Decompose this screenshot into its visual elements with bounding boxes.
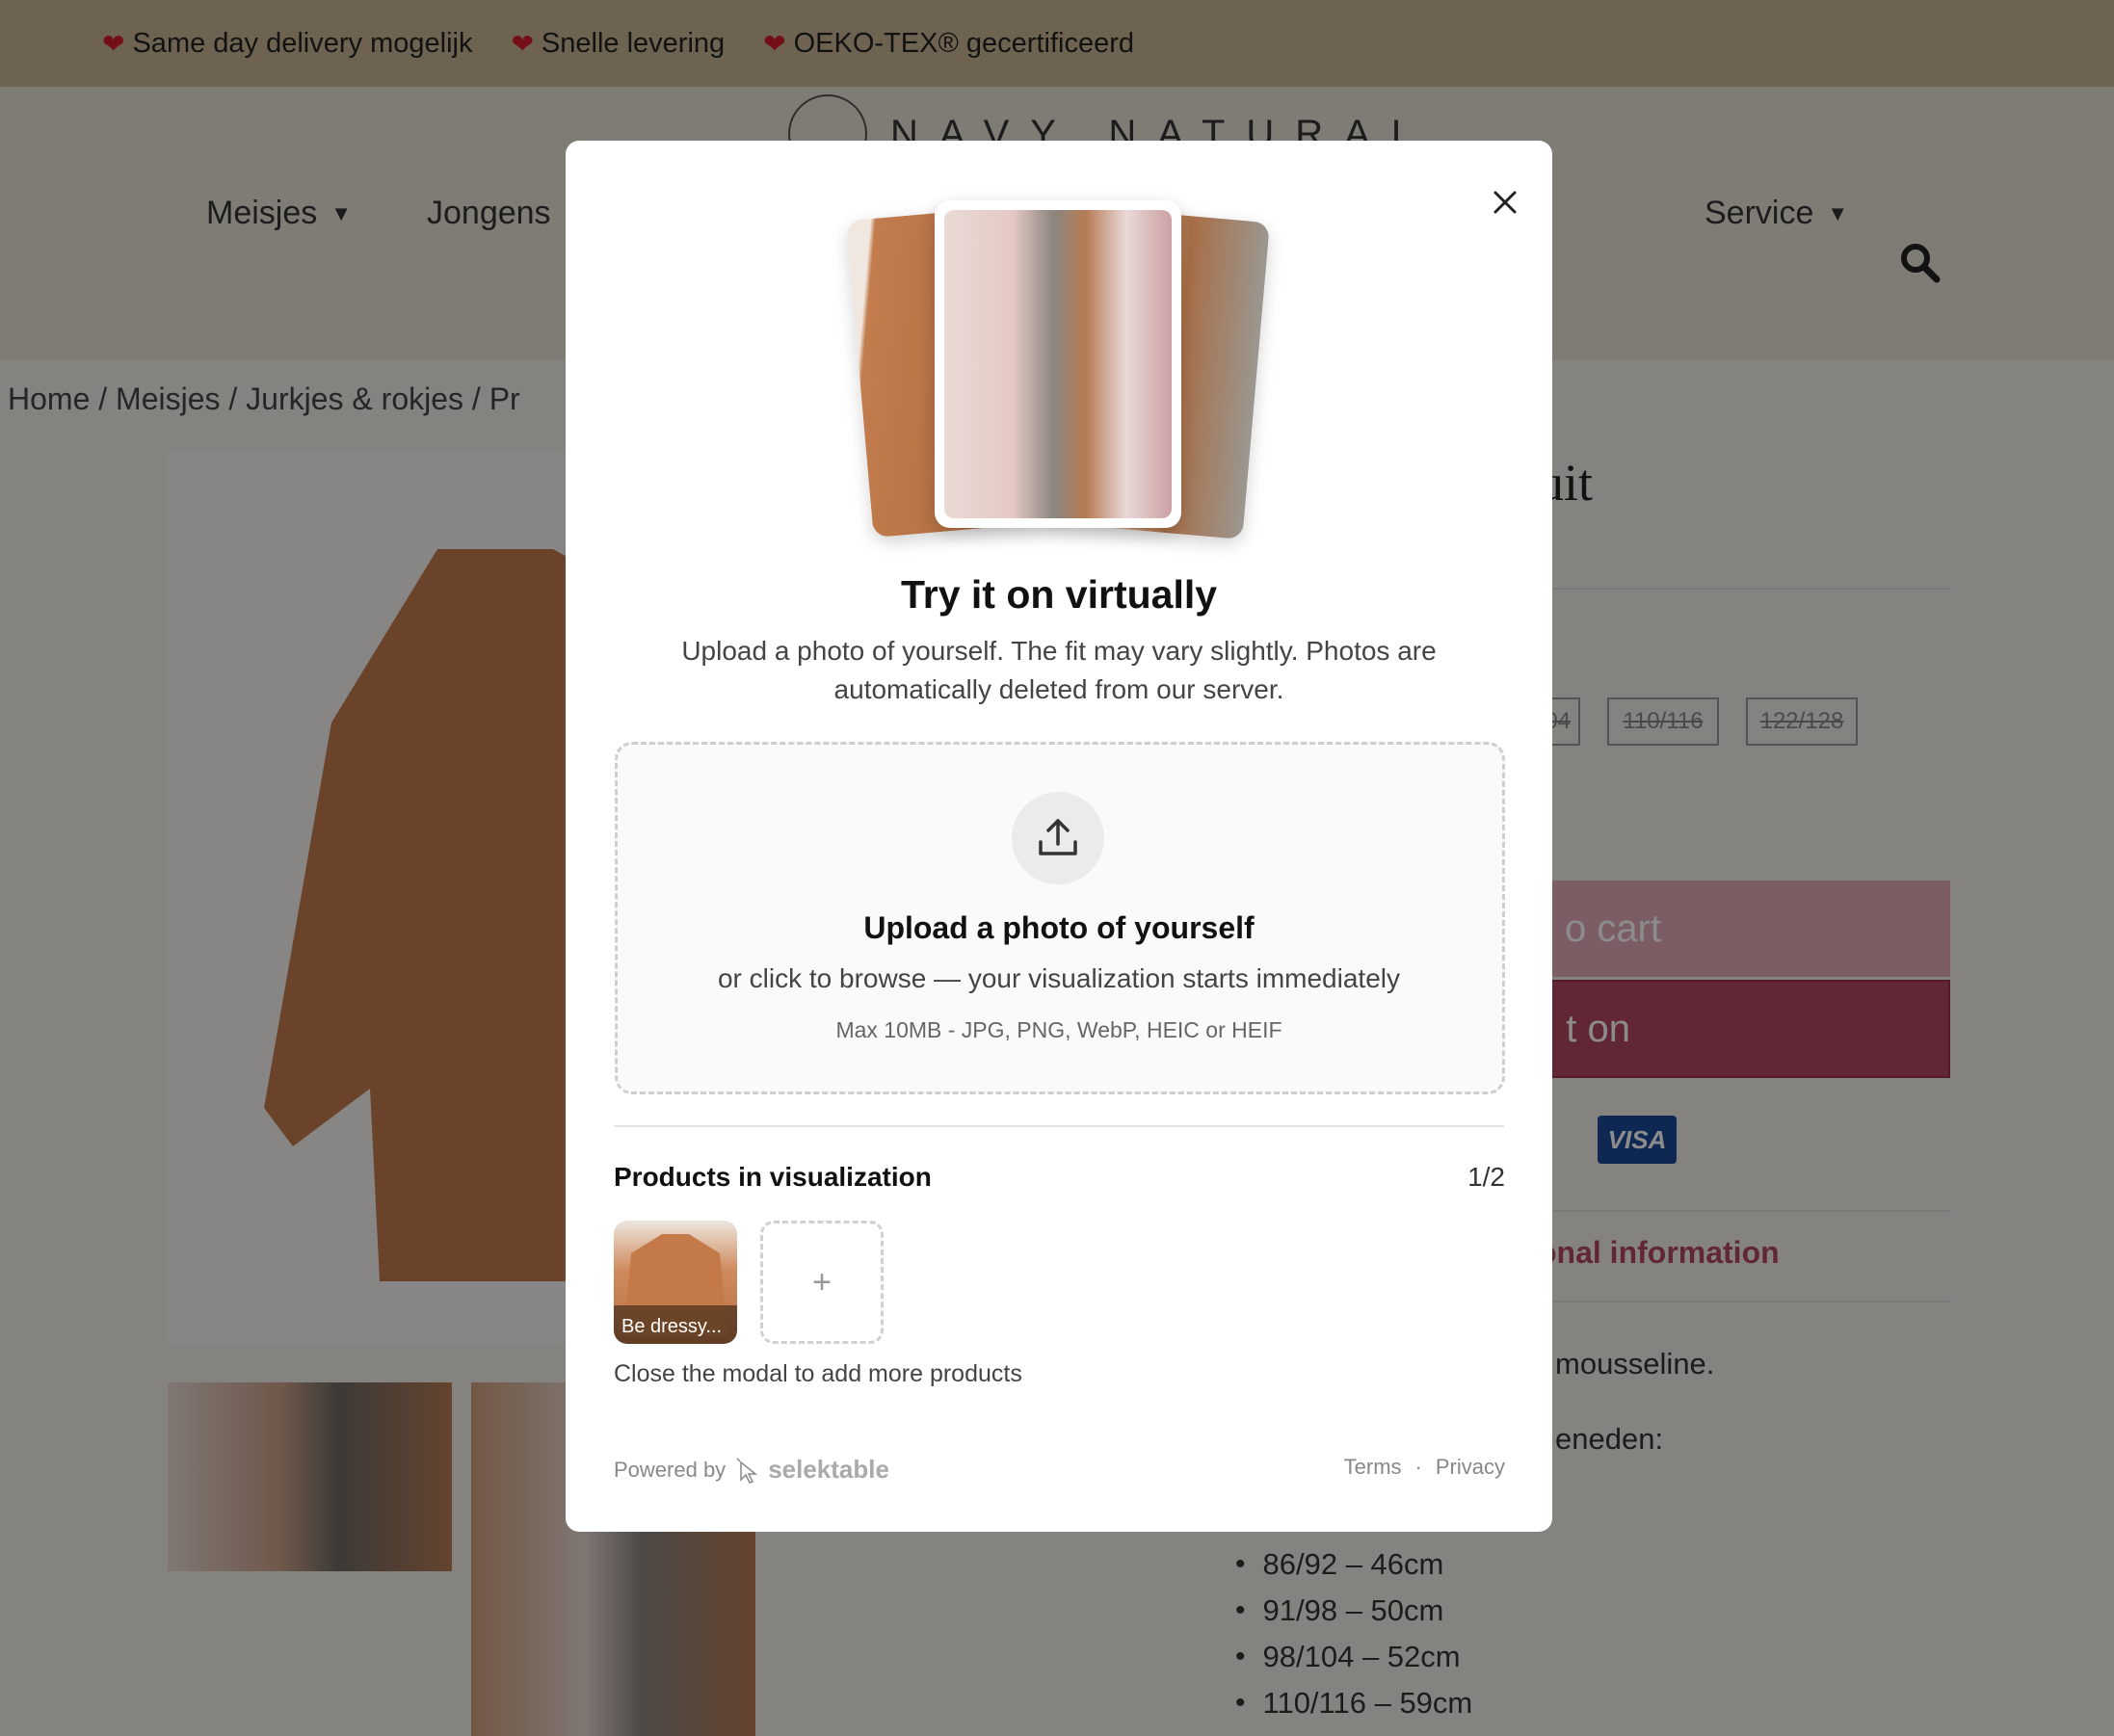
privacy-link[interactable]: Privacy xyxy=(1436,1455,1505,1480)
powered-by-text: Powered by xyxy=(614,1457,727,1482)
close-button[interactable] xyxy=(1474,171,1536,233)
dropzone-file-requirements: Max 10MB - JPG, PNG, WebP, HEIC or HEIF xyxy=(835,1017,1282,1042)
cursor-logo-icon xyxy=(736,1457,758,1484)
footer-links: Terms · Privacy xyxy=(1253,1455,1505,1480)
dropzone-title: Upload a photo of yourself xyxy=(863,910,1255,945)
powered-by: Powered by selektable xyxy=(614,1455,889,1485)
dropzone-subtitle: or click to browse — your visualization … xyxy=(717,963,1400,993)
upload-icon-container xyxy=(1012,792,1104,884)
upload-icon xyxy=(1039,819,1077,855)
close-modal-hint: Close the modal to add more products xyxy=(614,1360,1022,1387)
close-icon xyxy=(1493,191,1517,214)
product-thumbnail[interactable]: Be dressy... xyxy=(614,1221,737,1344)
products-count: 1/2 xyxy=(1467,1162,1505,1192)
modal-title: Try it on virtually xyxy=(900,572,1218,617)
link-separator: · xyxy=(1414,1455,1422,1479)
preview-image xyxy=(944,210,1172,518)
products-heading: Products in visualization xyxy=(614,1162,932,1192)
product-thumbnail-label: Be dressy... xyxy=(621,1316,723,1337)
modal-subtitle: Upload a photo of yourself. The fit may … xyxy=(681,636,1437,704)
preview-card xyxy=(935,200,1181,528)
terms-link[interactable]: Terms xyxy=(1344,1455,1402,1480)
add-product-slot[interactable]: + xyxy=(760,1221,884,1344)
divider xyxy=(614,1125,1504,1127)
selektable-brand-link[interactable]: selektable xyxy=(768,1455,889,1485)
